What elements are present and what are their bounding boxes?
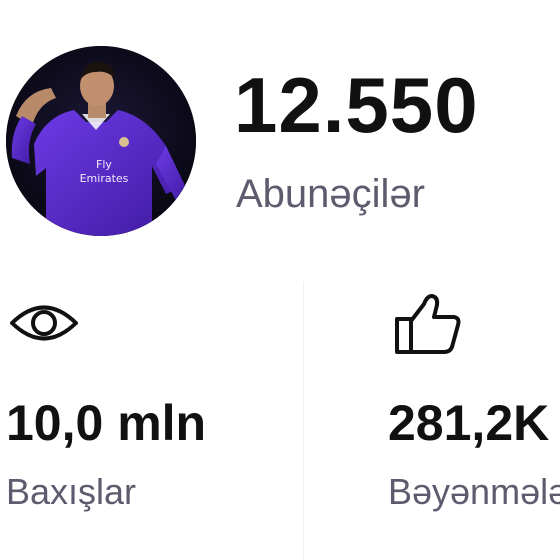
stats-divider: [303, 282, 304, 560]
likes-label: Bəyənmələr: [388, 471, 560, 512]
subscribers-count: 12.550: [234, 61, 479, 149]
thumbs-up-icon: [395, 294, 461, 354]
likes-value: 281,2K: [388, 395, 550, 451]
player-photo-icon: Fly Emirates: [6, 46, 196, 236]
svg-text:Emirates: Emirates: [80, 172, 129, 185]
subscribers-label: Abunəçilər: [236, 172, 426, 216]
eye-icon: [10, 305, 78, 341]
views-label: Baxışlar: [6, 471, 137, 512]
views-value: 10,0 mln: [6, 395, 207, 451]
svg-text:Fly: Fly: [96, 158, 112, 171]
profile-stats-panel: Fly Emirates 12.550 Abunəçilər 10,0 mln …: [0, 0, 560, 560]
avatar[interactable]: Fly Emirates: [6, 46, 196, 236]
